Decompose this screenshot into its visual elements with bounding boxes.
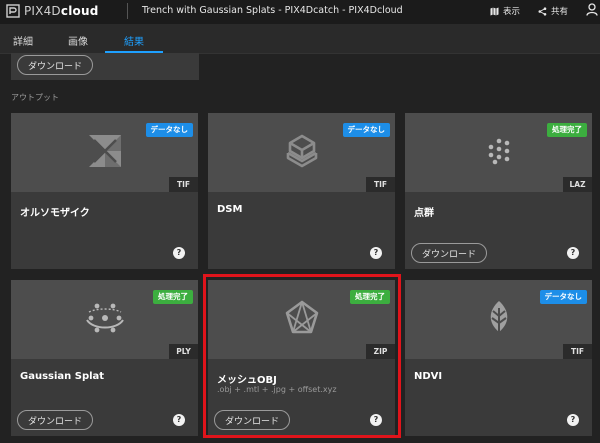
card-title: Gaussian Splat <box>20 371 105 382</box>
share-icon <box>538 6 547 16</box>
share-label: 共有 <box>551 7 569 17</box>
status-badge: 処理完了 <box>350 290 390 304</box>
view-button[interactable]: 表示 <box>490 5 520 17</box>
status-badge: データなし <box>539 290 587 304</box>
app-logo[interactable]: PIX4Dcloud <box>6 4 98 18</box>
view-label: 表示 <box>503 7 521 17</box>
output-card-orthomosaic[interactable]: データなし TIF オルソモザイク ? <box>11 113 198 269</box>
format-label: TIF <box>563 344 592 359</box>
top-bar: PIX4Dcloud Trench with Gaussian Splats -… <box>0 0 600 24</box>
help-icon[interactable]: ? <box>173 247 185 259</box>
format-label: LAZ <box>563 177 592 192</box>
help-icon[interactable]: ? <box>173 414 185 426</box>
download-button[interactable]: ダウンロード <box>17 55 93 75</box>
card-preview: 処理完了 PLY <box>11 280 198 359</box>
user-icon <box>586 3 598 16</box>
gaussian-splat-icon <box>85 303 124 333</box>
card-title: オルソモザイク <box>20 208 90 219</box>
user-menu-button[interactable] <box>586 3 600 16</box>
logo-suffix: cloud <box>60 4 99 18</box>
outputs-section-label: アウトプット <box>11 93 59 102</box>
output-card-ndvi[interactable]: データなし TIF NDVI ? <box>405 280 592 436</box>
logo-text: PIX4Dcloud <box>24 4 98 18</box>
help-icon[interactable]: ? <box>567 247 579 259</box>
card-preview: 処理完了 ZIP <box>208 280 395 359</box>
status-badge: データなし <box>145 123 193 137</box>
orthomosaic-icon <box>88 135 121 167</box>
ndvi-leaf-icon <box>490 301 507 336</box>
card-preview: データなし TIF <box>405 280 592 359</box>
tab-details[interactable]: 詳細 <box>11 33 35 48</box>
tab-bar: 詳細 画像 結果 <box>0 24 600 54</box>
tab-results[interactable]: 結果 <box>104 33 164 48</box>
help-icon[interactable]: ? <box>567 414 579 426</box>
status-badge: 処理完了 <box>547 123 587 137</box>
help-icon[interactable]: ? <box>370 414 382 426</box>
card-title: 点群 <box>414 208 434 219</box>
download-button[interactable]: ダウンロード <box>411 243 487 263</box>
card-title: メッシュOBJ <box>217 375 277 386</box>
card-title: DSM <box>217 204 243 215</box>
format-label: ZIP <box>366 344 395 359</box>
point-cloud-icon <box>488 138 509 165</box>
card-subtitle: .obj + .mtl + .jpg + offset.xyz <box>217 385 337 394</box>
output-card-mesh-obj[interactable]: 処理完了 ZIP メッシュOBJ .obj + .mtl + .jpg + of… <box>208 280 395 436</box>
status-badge: データなし <box>342 123 390 137</box>
project-title: Trench with Gaussian Splats - PIX4Dcatch… <box>142 5 403 16</box>
card-title: NDVI <box>414 371 443 382</box>
output-card-dsm[interactable]: データなし TIF DSM ? <box>208 113 395 269</box>
top-divider <box>127 3 128 19</box>
format-label: TIF <box>366 177 395 192</box>
pix4d-logo-icon <box>6 4 20 18</box>
map-icon <box>490 7 499 15</box>
download-button[interactable]: ダウンロード <box>17 410 93 430</box>
card-preview: 処理完了 LAZ <box>405 113 592 192</box>
card-preview: データなし TIF <box>208 113 395 192</box>
partial-output-card: ダウンロード <box>11 53 199 80</box>
dsm-icon <box>286 134 317 168</box>
tab-images[interactable]: 画像 <box>66 33 90 48</box>
help-icon[interactable]: ? <box>370 247 382 259</box>
output-card-point-cloud[interactable]: 処理完了 LAZ 点群 ダウンロード ? <box>405 113 592 269</box>
share-button[interactable]: 共有 <box>538 5 568 17</box>
output-card-gaussian-splat[interactable]: 処理完了 PLY Gaussian Splat ダウンロード ? <box>11 280 198 436</box>
download-button[interactable]: ダウンロード <box>214 410 290 430</box>
mesh-icon <box>285 300 318 334</box>
status-badge: 処理完了 <box>153 290 193 304</box>
logo-prefix: PIX4D <box>24 4 61 18</box>
format-label: PLY <box>169 344 198 359</box>
format-label: TIF <box>169 177 198 192</box>
card-preview: データなし TIF <box>11 113 198 192</box>
